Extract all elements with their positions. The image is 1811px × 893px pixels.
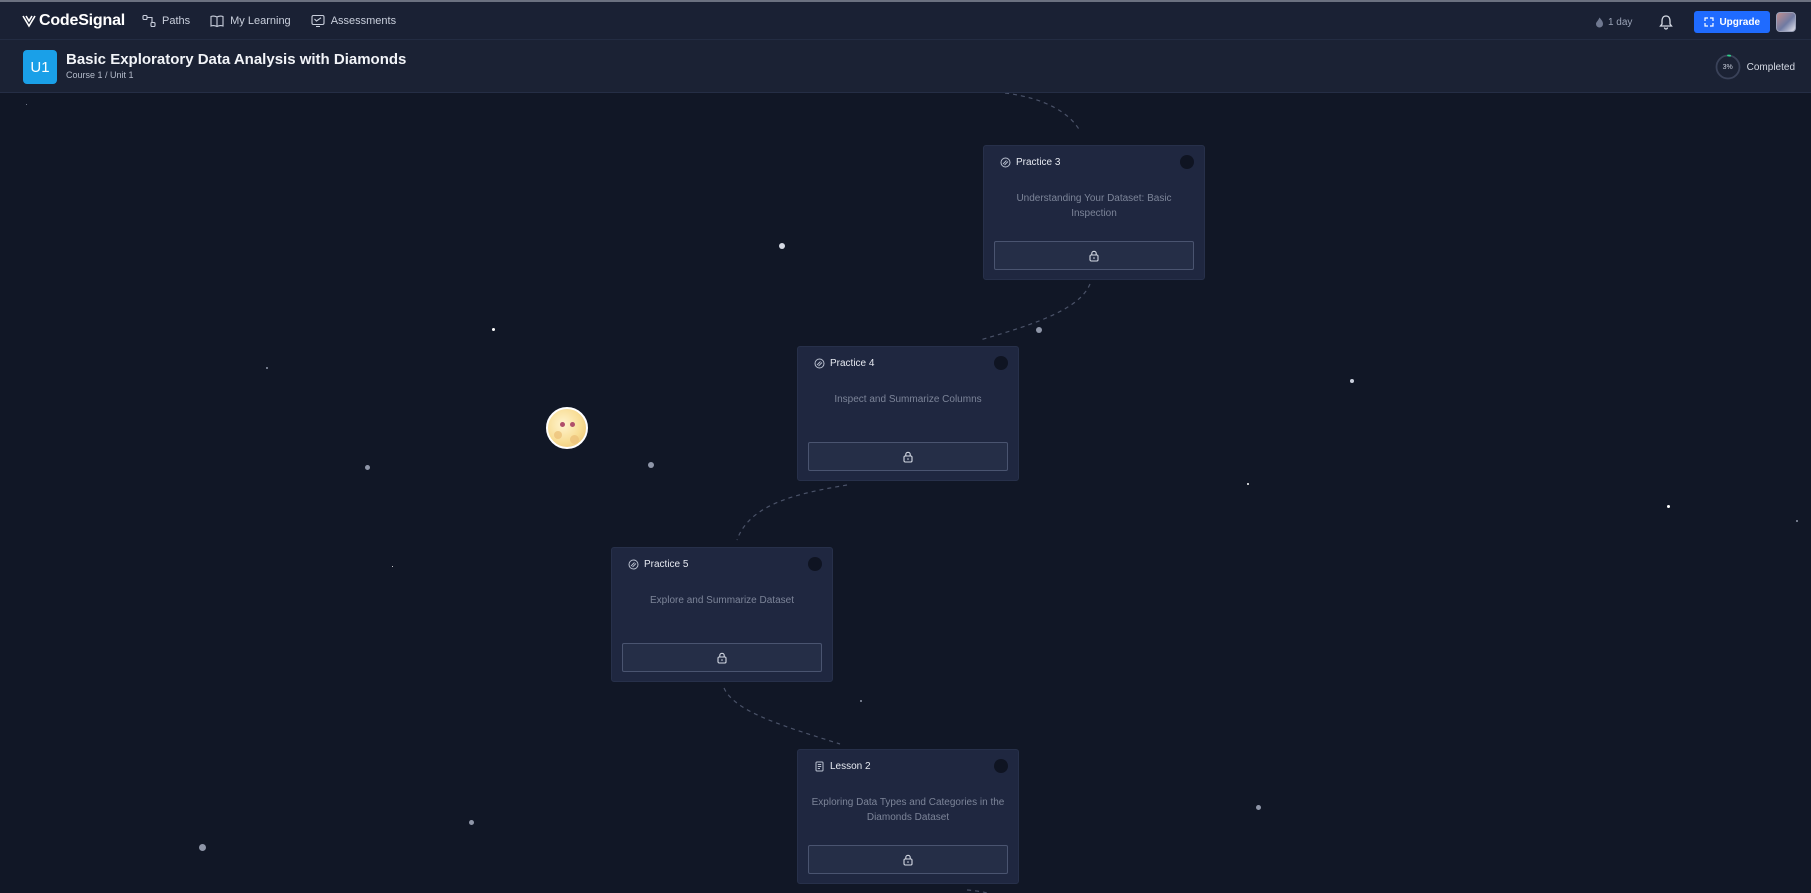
- brand-name: CodeSignal: [39, 12, 126, 29]
- progress-percent: 3%: [1722, 63, 1733, 71]
- star-decoration: [1247, 483, 1249, 485]
- flame-icon: [1595, 17, 1603, 27]
- codesignal-logo-icon: [22, 15, 36, 28]
- practice-icon: [628, 559, 639, 570]
- path-card-practice-3[interactable]: Practice 3 Understanding Your Dataset: B…: [983, 145, 1205, 280]
- card-description: Inspect and Summarize Columns: [834, 394, 982, 405]
- star-decoration: [266, 367, 268, 369]
- codesignal-logo[interactable]: CodeSignal: [22, 12, 125, 30]
- status-indicator: [994, 759, 1008, 773]
- nav-label-paths: Paths: [162, 15, 191, 27]
- star-decoration: [365, 465, 370, 470]
- star-decoration: [392, 566, 393, 567]
- unit-badge: U1: [23, 50, 57, 84]
- locked-start-button[interactable]: [994, 241, 1194, 270]
- unit-title: Basic Exploratory Data Analysis with Dia…: [66, 51, 407, 68]
- star-decoration: [199, 844, 206, 851]
- upgrade-label: Upgrade: [1719, 16, 1760, 28]
- nav-label-my-learning: My Learning: [230, 15, 291, 27]
- status-indicator: [994, 356, 1008, 370]
- mascot-spot: [554, 431, 562, 439]
- card-type-label: Practice 4: [830, 358, 875, 369]
- main-nav: Paths My Learning Assessments: [142, 14, 396, 28]
- learning-path-canvas[interactable]: Practice 3 Understanding Your Dataset: B…: [0, 93, 1811, 893]
- nav-item-my-learning[interactable]: My Learning: [210, 14, 291, 28]
- unit-header: U1 Basic Exploratory Data Analysis with …: [0, 40, 1811, 93]
- upgrade-button[interactable]: Upgrade: [1694, 11, 1770, 33]
- mascot-eye: [570, 422, 575, 427]
- book-icon: [210, 15, 224, 28]
- notification-bell-icon[interactable]: [1658, 14, 1674, 30]
- star-decoration: [648, 462, 654, 468]
- card-header: Practice 3: [1000, 157, 1060, 168]
- progress-ring: 3%: [1715, 54, 1741, 80]
- nav-label-assessments: Assessments: [330, 15, 397, 27]
- card-header: Lesson 2: [814, 761, 871, 772]
- status-indicator: [808, 557, 822, 571]
- progress-label: Completed: [1746, 61, 1795, 73]
- header-right-controls: 1 day Upgrade: [1595, 10, 1811, 34]
- upgrade-icon: [1704, 17, 1715, 27]
- card-type-label: Practice 3: [1016, 157, 1061, 168]
- lock-icon: [717, 652, 727, 664]
- nav-item-assessments[interactable]: Assessments: [311, 14, 396, 28]
- card-header: Practice 5: [628, 559, 688, 570]
- card-header: Practice 4: [814, 358, 874, 369]
- unit-breadcrumb: Course 1 / Unit 1: [66, 70, 134, 80]
- mascot-avatar[interactable]: [546, 407, 588, 449]
- star-decoration: [1667, 505, 1670, 508]
- card-description: Exploring Data Types and Categories in t…: [811, 797, 1005, 823]
- star-decoration: [860, 700, 862, 702]
- streak-text: 1 day: [1607, 16, 1633, 28]
- practice-icon: [1000, 157, 1011, 168]
- path-card-practice-4[interactable]: Practice 4 Inspect and Summarize Columns: [797, 346, 1019, 481]
- star-decoration: [1036, 327, 1042, 333]
- card-type-label: Lesson 2: [830, 761, 871, 772]
- nav-item-paths[interactable]: Paths: [142, 14, 190, 28]
- star-decoration: [492, 328, 495, 331]
- lock-icon: [1089, 250, 1099, 262]
- lock-icon: [903, 451, 913, 463]
- unit-progress: 3% Completed: [1715, 54, 1795, 80]
- practice-icon: [814, 358, 825, 369]
- streak-indicator[interactable]: 1 day: [1595, 17, 1632, 28]
- star-decoration: [26, 104, 27, 105]
- card-description: Explore and Summarize Dataset: [650, 595, 794, 606]
- lock-icon: [903, 854, 913, 866]
- locked-start-button[interactable]: [808, 845, 1008, 874]
- card-type-label: Practice 5: [644, 559, 689, 570]
- mascot-eye: [560, 422, 565, 427]
- star-decoration: [1256, 805, 1261, 810]
- star-decoration: [1350, 379, 1354, 383]
- top-navigation-bar: CodeSignal Paths My Learning Assessments: [0, 0, 1811, 40]
- lesson-icon: [815, 761, 824, 772]
- star-decoration: [469, 820, 474, 825]
- card-description: Understanding Your Dataset: Basic Inspec…: [1016, 193, 1172, 219]
- star-decoration: [1796, 520, 1798, 522]
- status-indicator: [1180, 155, 1194, 169]
- locked-start-button[interactable]: [808, 442, 1008, 471]
- locked-start-button[interactable]: [622, 643, 822, 672]
- star-decoration: [779, 243, 785, 249]
- path-card-lesson-2[interactable]: Lesson 2 Exploring Data Types and Catego…: [797, 749, 1019, 884]
- mascot-spot: [570, 435, 579, 444]
- assessment-icon: [311, 14, 325, 28]
- user-avatar[interactable]: [1776, 12, 1796, 32]
- paths-icon: [142, 14, 156, 28]
- path-card-practice-5[interactable]: Practice 5 Explore and Summarize Dataset: [611, 547, 833, 682]
